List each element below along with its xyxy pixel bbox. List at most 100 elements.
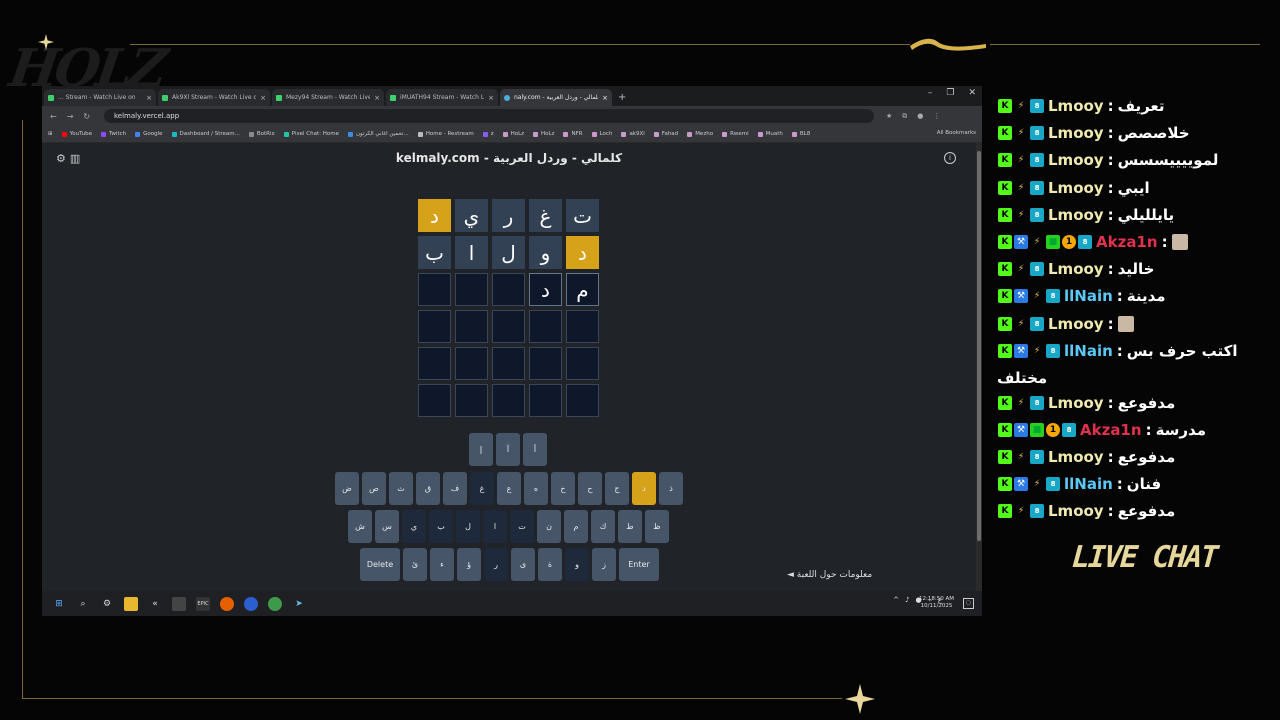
letter-key[interactable]: ظ — [645, 510, 669, 543]
menu-icon[interactable]: ⋮ — [933, 112, 940, 121]
letter-key[interactable]: ش — [348, 510, 372, 543]
bookmark-item[interactable]: ak9Xl — [621, 131, 645, 137]
letter-key[interactable]: ب — [429, 510, 453, 543]
all-bookmarks[interactable]: All Bookmarks — [937, 130, 976, 136]
file-explorer-icon[interactable] — [124, 596, 138, 611]
app-icon[interactable] — [172, 596, 186, 611]
letter-key[interactable]: ؤ — [457, 548, 481, 581]
bookmark-item[interactable]: Pixel Chat: Home — [283, 131, 339, 137]
letter-key[interactable]: آ — [496, 433, 520, 466]
bookmark-item[interactable]: BotRix — [248, 131, 275, 137]
chat-username[interactable]: Lmooy — [1048, 151, 1104, 169]
windows-start-icon[interactable]: ⊞ — [52, 597, 66, 611]
tab-2[interactable]: Ak9Xl Stream - Watch Live on K× — [158, 89, 270, 106]
chat-username[interactable]: Lmooy — [1048, 394, 1104, 412]
letter-key[interactable]: أ — [523, 433, 547, 466]
letter-key[interactable]: ئ — [403, 548, 427, 581]
notification-icon[interactable]: ▢ — [963, 598, 974, 609]
bookmark-item[interactable]: HoLz — [502, 131, 524, 137]
info-icon[interactable]: i — [944, 152, 956, 164]
letter-key[interactable]: ز — [592, 548, 616, 581]
app-icon[interactable]: « — [148, 597, 162, 611]
bookmark-item[interactable]: Dashboard / Stream... — [171, 131, 240, 137]
letter-key[interactable]: ل — [456, 510, 480, 543]
url-input[interactable]: kelmaly.vercel.app — [104, 109, 874, 123]
maximize-icon[interactable]: ❐ — [946, 88, 954, 98]
chat-username[interactable]: Akza1n — [1080, 421, 1142, 439]
chat-username[interactable]: llNain — [1064, 475, 1113, 493]
letter-key[interactable]: ث — [389, 472, 413, 505]
chat-username[interactable]: Lmooy — [1048, 448, 1104, 466]
close-window-icon[interactable]: ✕ — [968, 88, 976, 98]
letter-key[interactable]: ج — [605, 472, 629, 505]
obs-icon[interactable] — [244, 596, 258, 611]
letter-key[interactable]: ت — [510, 510, 534, 543]
volume-icon[interactable]: ♪ — [905, 596, 909, 604]
minimize-icon[interactable]: – — [928, 88, 933, 98]
chat-username[interactable]: llNain — [1064, 287, 1113, 305]
letter-key[interactable]: ذ — [659, 472, 683, 505]
apps-icon[interactable]: ⊞ — [48, 131, 53, 137]
letter-key[interactable]: م — [564, 510, 588, 543]
bookmark-item[interactable]: HoLz — [533, 131, 554, 137]
new-tab-button[interactable]: + — [618, 89, 626, 106]
scrollbar-thumb[interactable] — [977, 151, 981, 541]
tab-3[interactable]: Mezy94 Stream - Watch Live o × — [272, 89, 384, 106]
bookmark-star-icon[interactable]: ★ — [886, 112, 892, 121]
letter-key[interactable]: ط — [618, 510, 642, 543]
chat-username[interactable]: Lmooy — [1048, 315, 1104, 333]
tab-5-active[interactable]: naly.com - كلمالي - وردل العربية × — [500, 89, 612, 106]
letter-key[interactable]: ة — [538, 548, 562, 581]
bookmark-item[interactable]: Twitch — [100, 131, 126, 137]
bookmark-item[interactable]: NFR — [563, 131, 583, 137]
bookmark-item[interactable]: YouTube — [61, 131, 92, 137]
about-game-link[interactable]: ◄ معلومات حول اللعبة — [787, 570, 872, 580]
chat-username[interactable]: Lmooy — [1048, 206, 1104, 224]
scrollbar[interactable] — [976, 143, 982, 591]
letter-key[interactable]: ى — [511, 548, 535, 581]
bookmark-item[interactable]: Home - Restream — [417, 131, 474, 137]
letter-key[interactable]: ء — [430, 548, 454, 581]
bookmark-item[interactable]: تخمين اغاني الكرتون... — [347, 131, 409, 137]
bookmark-item[interactable]: Rwemi — [722, 131, 749, 137]
tab-close-icon[interactable]: × — [374, 94, 380, 102]
letter-key[interactable]: ه — [524, 472, 548, 505]
tab-1[interactable]: ... Stream - Watch Live on × — [44, 89, 156, 106]
letter-key[interactable]: س — [375, 510, 399, 543]
letter-key[interactable]: ق — [416, 472, 440, 505]
letter-key[interactable]: ح — [578, 472, 602, 505]
enter-key[interactable]: Enter — [619, 548, 659, 581]
bookmark-item[interactable]: Loch — [591, 131, 612, 137]
steam-icon[interactable]: ➤ — [292, 597, 306, 611]
letter-key[interactable]: ا — [483, 510, 507, 543]
reload-icon[interactable]: ↻ — [83, 112, 90, 121]
forward-icon[interactable]: → — [67, 112, 74, 121]
tab-close-icon[interactable]: × — [488, 94, 494, 102]
tray-chevron-icon[interactable]: ^ — [893, 596, 899, 604]
tab-close-icon[interactable]: × — [260, 94, 266, 102]
bookmark-item[interactable]: Muath — [757, 131, 783, 137]
letter-key[interactable]: ص — [362, 472, 386, 505]
letter-key[interactable]: و — [565, 548, 589, 581]
chat-username[interactable]: Lmooy — [1048, 97, 1104, 115]
letter-key[interactable]: ك — [591, 510, 615, 543]
chat-username[interactable]: Lmooy — [1048, 179, 1104, 197]
chat-username[interactable]: Lmooy — [1048, 502, 1104, 520]
profile-icon[interactable]: ● — [917, 112, 923, 121]
chat-username[interactable]: llNain — [1064, 342, 1113, 360]
chat-username[interactable]: Akza1n — [1096, 233, 1158, 251]
back-icon[interactable]: ← — [50, 112, 57, 121]
bookmark-item[interactable]: z — [482, 131, 494, 137]
chat-username[interactable]: Lmooy — [1048, 124, 1104, 142]
extensions-icon[interactable]: ⧉ — [902, 112, 907, 121]
chat-username[interactable]: Lmooy — [1048, 260, 1104, 278]
chrome-icon[interactable] — [268, 596, 282, 611]
taskbar-clock[interactable]: 12:18:50 AM 10/11/2025 — [919, 596, 954, 610]
tab-close-icon[interactable]: × — [602, 94, 608, 102]
bookmark-item[interactable]: Google — [135, 131, 163, 137]
delete-key[interactable]: Delete — [360, 548, 400, 581]
app-icon[interactable]: ⚙ — [100, 597, 114, 611]
letter-key[interactable]: خ — [551, 472, 575, 505]
bookmark-item[interactable]: BL8 — [791, 131, 810, 137]
tab-4[interactable]: iMUATH94 Stream - Watch Live × — [386, 89, 498, 106]
